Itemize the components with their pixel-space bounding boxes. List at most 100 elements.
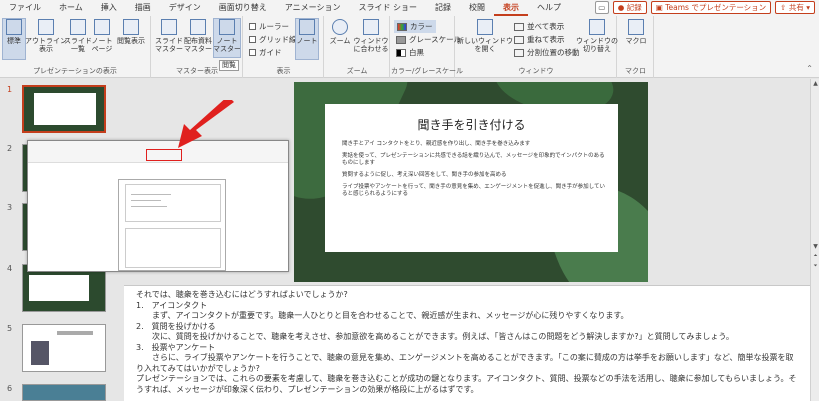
guides-checkbox[interactable]: ガイド — [249, 47, 282, 58]
reading-view-label: 閲覧表示 — [117, 37, 145, 45]
scroll-down-icon[interactable]: ▼ — [811, 242, 819, 251]
outline-view-button[interactable]: アウトライン 表示 — [25, 19, 67, 53]
comments-icon[interactable]: ▭ — [594, 1, 609, 14]
reading-view-button[interactable]: 閲覧表示 — [114, 19, 148, 45]
guides-box — [249, 49, 256, 56]
record-label: 記録 — [626, 3, 642, 12]
group-macro: マクロ マクロ — [618, 16, 654, 78]
tab-design[interactable]: デザイン — [160, 0, 210, 16]
notes-master-button[interactable]: ノート マスター — [213, 18, 241, 58]
bw-button[interactable]: 白黒 — [396, 47, 424, 58]
magnifier-icon — [332, 19, 348, 35]
color-swatch-icon — [397, 22, 407, 31]
tab-file[interactable]: ファイル — [0, 0, 50, 16]
preview-highlight-box — [146, 149, 182, 161]
move-split-button[interactable]: 分割位置の移動 — [514, 47, 580, 58]
slide-master-button[interactable]: スライド マスター — [155, 19, 183, 53]
current-slide[interactable]: 聞き手を引き付ける 聞き手とアイ コンタクトをとり、親近感を作り出し、聞き手を巻… — [294, 82, 648, 282]
gridlines-box — [249, 36, 256, 43]
notes-line: まず、アイコンタクトが重要です。聴衆一人ひとりと目を合わせることで、親近感が生ま… — [136, 311, 629, 320]
new-window-label: 新しいウィンドウ を開く — [457, 37, 513, 53]
share-button[interactable]: ⇧ 共有 ▾ — [775, 1, 815, 14]
slide-thumbnail-1[interactable] — [22, 85, 106, 133]
switch-window-icon — [589, 19, 605, 35]
switch-window-button[interactable]: ウィンドウの 切り替え — [576, 19, 618, 53]
slide-number-3: 3 — [7, 203, 13, 212]
arrange-all-button[interactable]: 並べて表示 — [514, 21, 564, 32]
notes-pane[interactable]: それでは、聴衆を巻き込むにはどうすればよいでしょうか? 1. アイコンタクト ま… — [124, 285, 810, 401]
grayscale-button[interactable]: グレースケール — [396, 34, 461, 45]
share-label: 共有 — [788, 3, 804, 12]
notes-toggle-label: ノート — [296, 37, 318, 45]
preview-line — [131, 200, 161, 201]
group-zoom: ズーム ウィンドウ に合わせる ズーム — [325, 16, 390, 78]
tab-insert[interactable]: 挿入 — [92, 0, 126, 16]
notes-line: 次に、質問を投げかけることで、聴衆を考えさせ、参加意欲を高めることができます。例… — [136, 332, 734, 341]
notes-page-button[interactable]: ノート ページ — [91, 19, 113, 53]
preview-line — [131, 206, 167, 207]
menu-bar: ファイル ホーム 挿入 描画 デザイン 画面切り替え アニメーション スライド … — [0, 0, 819, 16]
group-window: 新しいウィンドウ を開く 並べて表示 重ねて表示 分割位置の移動 ウィンドウの … — [456, 16, 618, 78]
notes-page-label: ノート ページ — [91, 37, 113, 53]
next-slide-icon[interactable]: ⏷ — [811, 263, 819, 269]
tab-view[interactable]: 表示 — [494, 0, 528, 16]
bw-icon — [396, 48, 406, 57]
tab-slideshow[interactable]: スライド ショー — [349, 0, 426, 16]
split-label: 分割位置の移動 — [527, 48, 580, 57]
teams-label: Teams でプレゼンテーション — [665, 3, 767, 12]
tab-transitions[interactable]: 画面切り替え — [210, 0, 276, 16]
slide-body[interactable]: 聞き手とアイ コンタクトをとり、親近感を作り出し、聞き手を巻き込みます 実話を使… — [325, 133, 618, 198]
tab-record[interactable]: 記録 — [426, 0, 460, 16]
tab-review[interactable]: 校閲 — [460, 0, 494, 16]
slide-sorter-button[interactable]: スライド 一覧 — [64, 19, 92, 53]
macros-button[interactable]: マクロ — [622, 19, 650, 45]
macros-label: マクロ — [625, 37, 647, 45]
vertical-scrollbar[interactable]: ▲ ▼ ⏶ ⏷ — [810, 79, 819, 401]
notes-master-preview — [27, 140, 289, 272]
ruler-checkbox[interactable]: ルーラー — [249, 21, 289, 32]
handout-master-button[interactable]: 配布資料 マスター — [184, 19, 212, 53]
slide-content-card: 聞き手を引き付ける 聞き手とアイ コンタクトをとり、親近感を作り出し、聞き手を巻… — [325, 104, 618, 252]
outline-view-label: アウトライン 表示 — [25, 37, 67, 53]
slide-bullet: 聞き手とアイ コンタクトをとり、親近感を作り出し、聞き手を巻き込みます — [342, 141, 531, 147]
tab-help[interactable]: ヘルプ — [528, 0, 570, 16]
cascade-button[interactable]: 重ねて表示 — [514, 34, 565, 45]
guides-label: ガイド — [259, 48, 282, 57]
teams-present-button[interactable]: ▣ Teams でプレゼンテーション — [650, 1, 772, 14]
collapse-ribbon-icon[interactable]: ⌃ — [806, 64, 813, 73]
outline-view-icon — [38, 19, 54, 35]
tab-draw[interactable]: 描画 — [126, 0, 160, 16]
normal-view-button[interactable]: 標準 — [2, 18, 26, 60]
normal-view-icon — [6, 19, 22, 35]
scroll-up-icon[interactable]: ▲ — [811, 79, 819, 88]
bw-label: 白黒 — [409, 48, 424, 57]
record-button[interactable]: ● 記録 — [612, 1, 647, 14]
color-button[interactable]: カラー — [394, 20, 436, 33]
group-show: ルーラー グリッド線 ガイド ノート 表示 — [244, 16, 324, 78]
zoom-button[interactable]: ズーム — [328, 19, 352, 45]
thumbnail-card — [34, 93, 96, 125]
slide-thumbnail-6[interactable] — [22, 384, 106, 401]
slide-thumbnail-5[interactable] — [22, 324, 106, 372]
slide-title[interactable]: 聞き手を引き付ける — [325, 116, 618, 133]
tab-animations[interactable]: アニメーション — [276, 0, 350, 16]
notes-text[interactable]: それでは、聴衆を巻き込むにはどうすればよいでしょうか? 1. アイコンタクト ま… — [124, 286, 810, 399]
slide-sorter-label: スライド 一覧 — [64, 37, 92, 53]
notes-page-icon — [94, 19, 110, 35]
notes-toggle-button[interactable]: ノート — [295, 18, 319, 60]
slide-bullet: 質問するように促し、考え深い回答をして、聞き手の参加を高める — [342, 172, 507, 178]
zoom-label: ズーム — [329, 37, 351, 45]
group-label-color: カラー/グレースケール — [391, 67, 464, 75]
reading-view-icon — [123, 19, 139, 35]
group-label-zoom: ズーム — [346, 67, 368, 75]
preview-line — [131, 194, 171, 195]
preview-notes-placeholder — [125, 228, 221, 268]
new-window-button[interactable]: 新しいウィンドウ を開く — [457, 19, 513, 53]
gridlines-checkbox[interactable]: グリッド線 — [249, 34, 297, 45]
notes-master-label: ノート マスター — [213, 37, 241, 53]
tab-home[interactable]: ホーム — [50, 0, 92, 16]
notes-line: さらに、ライブ投票やアンケートを行うことで、聴衆の意見を集め、エンゲージメントを… — [136, 353, 794, 373]
prev-slide-icon[interactable]: ⏶ — [811, 253, 819, 259]
arrow-shape — [178, 100, 234, 148]
fit-window-button[interactable]: ウィンドウ に合わせる — [353, 19, 389, 53]
